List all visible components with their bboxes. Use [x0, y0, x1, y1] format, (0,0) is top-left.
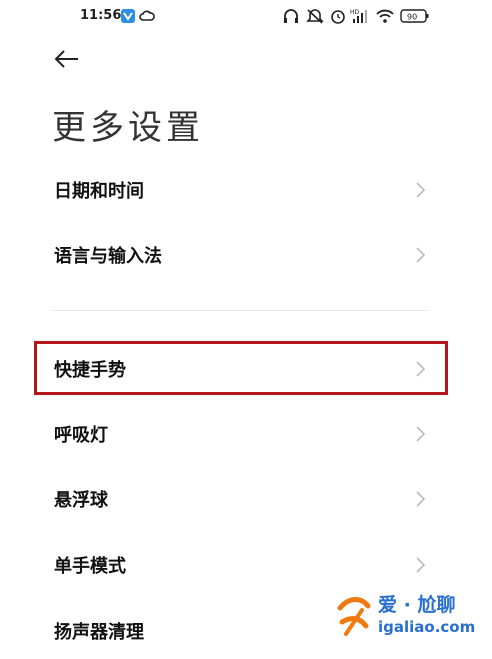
settings-item-floating-ball[interactable]: 悬浮球: [0, 471, 492, 527]
chevron-right-icon: [416, 491, 426, 507]
page-title: 更多设置: [52, 108, 204, 148]
status-bar: 11:56 HD 90: [0, 0, 492, 34]
settings-item-label: 悬浮球: [54, 490, 108, 511]
cloud-icon: [139, 10, 155, 21]
watermark-brand: 爱 · 尬聊: [378, 594, 456, 616]
watermark-url: igaliao.com: [378, 618, 476, 636]
headphones-icon: [284, 9, 298, 23]
wifi-icon: [376, 9, 394, 23]
chevron-right-icon: [416, 182, 426, 198]
settings-item-language-input[interactable]: 语言与输入法: [0, 227, 492, 283]
settings-item-label: 呼吸灯: [54, 425, 108, 446]
arrow-left-icon[interactable]: [52, 46, 82, 72]
highlight-box: [34, 341, 448, 395]
section-divider: [52, 310, 428, 311]
battery-icon: 90: [400, 9, 429, 23]
chevron-right-icon: [416, 557, 426, 573]
settings-item-breathing-light[interactable]: 呼吸灯: [0, 406, 492, 462]
chevron-right-icon: [416, 247, 426, 263]
chevron-right-icon: [416, 426, 426, 442]
settings-item-one-hand-mode[interactable]: 单手模式: [0, 537, 492, 593]
settings-item-label: 语言与输入法: [54, 246, 162, 267]
settings-item-label: 单手模式: [54, 556, 126, 577]
svg-text:HD: HD: [350, 9, 360, 16]
alarm-off-icon: [306, 9, 324, 24]
battery-level: 90: [407, 13, 417, 22]
settings-item-date-time[interactable]: 日期和时间: [0, 162, 492, 218]
settings-item-label: 扬声器清理: [54, 622, 144, 643]
hd-signal-icon: HD: [350, 9, 367, 23]
settings-item-label: 日期和时间: [54, 181, 144, 202]
alarm-icon: [331, 10, 345, 24]
status-time: 11:56: [80, 8, 122, 23]
notification-app-icon: [121, 9, 135, 23]
